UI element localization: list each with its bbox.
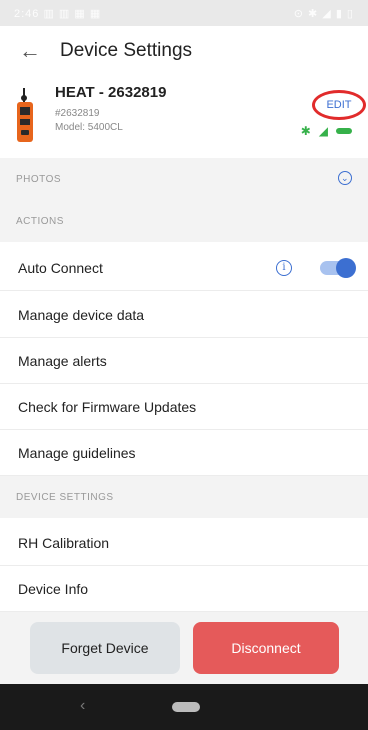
device-model: Model: 5400CL — [55, 122, 123, 133]
rh-calibration-label: RH Calibration — [18, 534, 110, 551]
actions-label: ACTIONS — [16, 215, 64, 227]
info-icon[interactable]: i — [276, 259, 292, 276]
device-settings-label: DEVICE SETTINGS — [16, 491, 114, 503]
status-left: 2:46 ▥ ▥ ▦ ▦ — [14, 7, 102, 20]
firmware-updates-row[interactable]: Check for Firmware Updates — [0, 384, 368, 430]
firmware-updates-label: Check for Firmware Updates — [18, 398, 197, 415]
battery-icon — [336, 128, 352, 134]
manage-device-data-row[interactable]: Manage device data — [0, 292, 368, 338]
photos-label: PHOTOS — [16, 173, 62, 185]
manage-alerts-row[interactable]: Manage alerts — [0, 338, 368, 384]
device-info-label: Device Info — [18, 580, 89, 597]
disconnect-button[interactable]: Disconnect — [193, 622, 339, 674]
status-bar: 2:46 ▥ ▥ ▦ ▦ ⊙ ✱ ◢ ▮ ▯ — [0, 0, 368, 26]
manage-guidelines-label: Manage guidelines — [18, 444, 136, 461]
signal-strength-icon: ◢ — [318, 124, 328, 138]
rh-calibration-row[interactable]: RH Calibration — [0, 520, 368, 566]
device-image-icon — [17, 88, 33, 142]
forget-device-button[interactable]: Forget Device — [30, 622, 180, 674]
manage-guidelines-row[interactable]: Manage guidelines — [0, 430, 368, 476]
manage-alerts-label: Manage alerts — [18, 352, 107, 369]
toggle-knob — [336, 257, 356, 278]
status-right: ⊙ ✱ ◢ ▮ ▯ — [293, 7, 354, 20]
manage-device-data-label: Manage device data — [18, 306, 145, 323]
device-settings-section-header: DEVICE SETTINGS — [0, 476, 368, 518]
device-info-row[interactable]: Device Info — [0, 566, 368, 612]
bottom-action-bar: Forget Device Disconnect — [0, 612, 368, 684]
page-title: Device Settings — [60, 40, 193, 61]
photos-section[interactable]: PHOTOS ⌄ — [0, 158, 368, 200]
nav-home-pill[interactable] — [172, 702, 200, 712]
auto-connect-row[interactable]: Auto Connect i — [0, 245, 368, 291]
app-bar: ← Device Settings — [0, 26, 368, 76]
edit-button[interactable]: EDIT — [312, 90, 366, 120]
bluetooth-icon: ✱ — [300, 124, 311, 138]
connection-status: ✱ ◢ — [301, 124, 352, 138]
system-nav-bar: ‹ — [0, 684, 368, 730]
expand-chevron-icon[interactable]: ⌄ — [338, 171, 352, 185]
device-name: HEAT - 2632819 — [55, 84, 167, 101]
nav-back-icon[interactable]: ‹ — [80, 697, 85, 715]
back-arrow-icon[interactable]: ← — [0, 38, 60, 64]
auto-connect-label: Auto Connect — [18, 259, 103, 276]
auto-connect-toggle[interactable] — [320, 257, 356, 278]
device-header: HEAT - 2632819 #2632819 Model: 5400CL — [0, 78, 368, 160]
device-serial: #2632819 — [55, 108, 100, 119]
actions-section-header: ACTIONS — [0, 200, 368, 242]
